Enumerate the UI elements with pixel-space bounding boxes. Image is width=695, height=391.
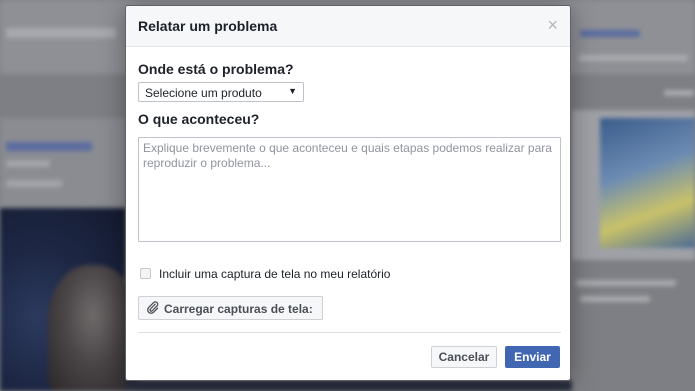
cancel-button[interactable]: Cancelar [431, 346, 497, 368]
background-text-line [6, 160, 50, 167]
background-photo-strip [126, 380, 572, 391]
background-side-image [600, 118, 695, 248]
background-link-line [6, 142, 92, 151]
dialog-title: Relatar um problema [138, 18, 278, 34]
description-textarea[interactable]: Explique brevemente o que aconteceu e qu… [138, 137, 561, 242]
upload-screenshots-label: Carregar capturas de tela: [164, 302, 313, 316]
background-text-line [576, 280, 676, 286]
dropdown-arrow-icon: ▼ [288, 86, 297, 96]
background-text-line [664, 90, 694, 96]
dialog-header: Relatar um problema × [126, 6, 570, 47]
upload-screenshots-button[interactable]: Carregar capturas de tela: [138, 296, 323, 320]
background-text-line [6, 28, 116, 38]
send-button[interactable]: Enviar [505, 346, 560, 368]
background-text-line [6, 180, 62, 187]
background-link-line [580, 30, 640, 37]
screenshot-checkbox-label[interactable]: Incluir uma captura de tela no meu relat… [159, 267, 390, 281]
product-select-value: Selecione um produto [145, 86, 262, 100]
background-text-line [580, 296, 650, 302]
screenshot-checkbox[interactable] [140, 268, 151, 279]
product-select[interactable]: Selecione um produto ▼ [138, 82, 304, 102]
footer-divider [138, 332, 561, 333]
where-label: Onde está o problema? [138, 61, 294, 77]
background-text-line [578, 55, 688, 61]
close-icon[interactable]: × [547, 16, 558, 34]
report-problem-dialog: Relatar um problema × Onde está o proble… [125, 5, 571, 381]
what-label: O que aconteceu? [138, 111, 260, 127]
paperclip-icon [147, 301, 159, 314]
